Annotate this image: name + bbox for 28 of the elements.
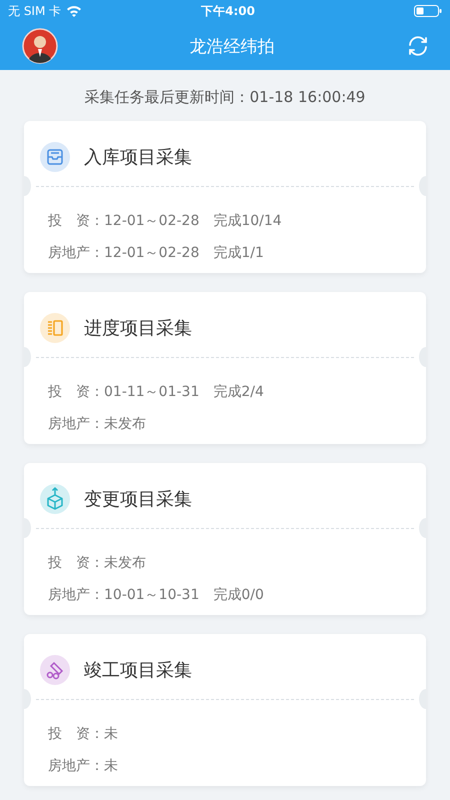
clock-text: 下午4:00 xyxy=(200,2,256,20)
card-title: 入库项目采集 xyxy=(84,146,192,168)
update-time-text: 采集任务最后更新时间：01-18 16:00:49 xyxy=(84,87,366,108)
task-card[interactable]: 竣工项目采集 投 资：未 房地产：未 xyxy=(24,634,426,786)
task-icon xyxy=(40,142,70,172)
refresh-icon[interactable] xyxy=(406,34,430,58)
task-detail-text: 投 资：未 xyxy=(48,725,119,744)
task-icon xyxy=(40,484,70,514)
wifi-icon xyxy=(66,5,82,17)
card-title: 竣工项目采集 xyxy=(84,658,192,682)
app-title: 龙浩经纬拍 xyxy=(190,36,274,58)
task-card[interactable]: 进度项目采集 投 资：01-11～01-31 完成2/4 房地产：未发布 xyxy=(24,292,426,444)
task-detail-text: 投 资：12-01～02-28 完成10/14 xyxy=(48,212,283,231)
task-card[interactable]: 入库项目采集 投 资：12-01～02-28 完成10/14 房地产：12-01～02-28 完成1/1 xyxy=(24,121,426,273)
task-detail-text: 房地产：未 xyxy=(48,757,119,776)
task-detail-text: 房地产：12-01～02-28 完成1/1 xyxy=(48,244,265,263)
card-title: 进度项目采集 xyxy=(84,316,192,340)
task-detail-text: 投 资：未发布 xyxy=(48,554,147,573)
task-icon xyxy=(40,654,70,684)
avatar-icon[interactable] xyxy=(22,28,58,64)
task-detail-text: 房地产：10-01～10-31 完成0/0 xyxy=(48,586,265,605)
battery-icon xyxy=(414,5,442,17)
carrier-text: 无 SIM 卡 xyxy=(8,2,62,20)
task-detail-text: 房地产：未发布 xyxy=(48,415,147,434)
task-card[interactable]: 变更项目采集 投 资：未发布 房地产：10-01～10-31 完成0/0 xyxy=(24,463,426,615)
task-detail-text: 投 资：01-11～01-31 完成2/4 xyxy=(48,383,265,402)
card-title: 变更项目采集 xyxy=(84,488,192,510)
task-icon xyxy=(40,312,70,342)
